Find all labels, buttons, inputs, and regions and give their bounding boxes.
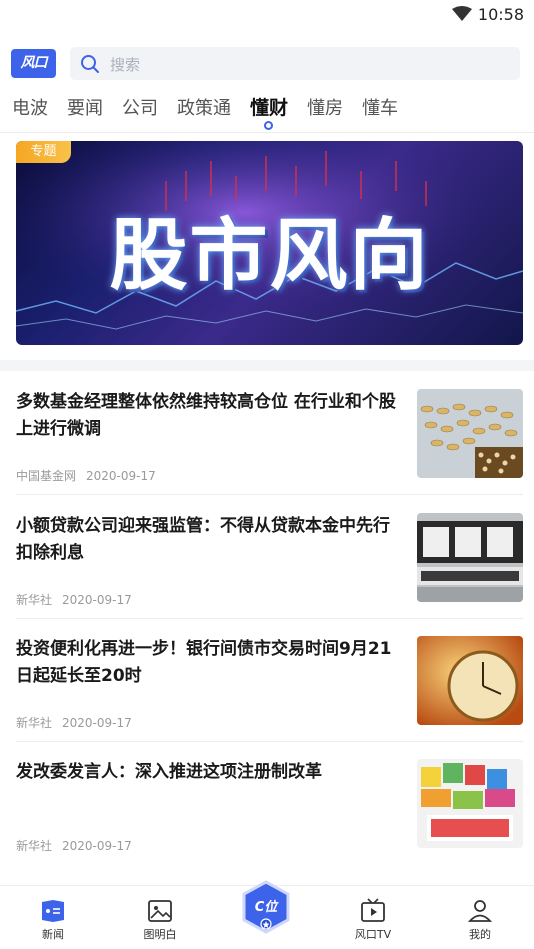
news-thumbnail-blocks xyxy=(417,759,523,848)
image-icon xyxy=(148,900,172,922)
tab-dongcai[interactable]: 懂财 xyxy=(250,93,288,120)
news-date: 2020-09-17 xyxy=(62,593,132,607)
divider xyxy=(16,618,523,619)
nav-label: 我的 xyxy=(469,928,491,941)
nav-label: 图明白 xyxy=(143,928,177,941)
tab-dongfang[interactable]: 懂房 xyxy=(307,94,343,120)
feature-banner[interactable]: 股市风向 专题 xyxy=(16,141,523,345)
nav-fengkou-tv[interactable]: 风口TV xyxy=(338,898,408,942)
news-item[interactable]: 小额贷款公司迎来强监管：不得从贷款本金中先行扣除利息 新华社 2020-09-17 xyxy=(16,513,523,636)
nav-tumingbai[interactable]: 图明白 xyxy=(125,898,195,942)
status-bar: 10:58 xyxy=(0,0,534,32)
user-icon xyxy=(467,900,493,922)
tab-yaowen[interactable]: 要闻 xyxy=(67,94,103,120)
search-placeholder: 搜索 xyxy=(110,56,141,74)
topic-badge: 专题 xyxy=(16,141,71,163)
news-thumbnail-sign xyxy=(417,513,523,602)
nav-label: 新闻 xyxy=(42,928,64,941)
news-title: 投资便利化再进一步！银行间债市交易时间9月21日起延长至20时 xyxy=(16,639,392,686)
divider xyxy=(16,741,523,742)
news-item[interactable]: 多数基金经理整体依然维持较高仓位 在行业和个股上进行微调 中国基金网 2020-0… xyxy=(16,389,523,512)
news-icon xyxy=(42,900,64,922)
news-item[interactable]: 投资便利化再进一步！银行间债市交易时间9月21日起延长至20时 新华社 2020-… xyxy=(16,636,523,759)
news-source: 中国基金网 xyxy=(16,469,77,483)
tv-icon xyxy=(361,898,385,922)
search-input[interactable]: 搜索 xyxy=(70,47,520,80)
news-thumbnail-clock xyxy=(417,636,523,725)
news-source: 新华社 xyxy=(16,839,53,853)
news-meta: 新华社 2020-09-17 xyxy=(16,714,132,731)
news-meta: 新华社 2020-09-17 xyxy=(16,591,132,608)
news-date: 2020-09-17 xyxy=(62,716,132,730)
active-tab-indicator xyxy=(264,121,273,130)
app-header: 风口 搜索 xyxy=(0,44,534,84)
section-gap xyxy=(0,360,534,371)
news-title: 多数基金经理整体依然维持较高仓位 在行业和个股上进行微调 xyxy=(16,392,396,439)
wifi-icon xyxy=(452,6,472,21)
banner-title: 股市风向 xyxy=(109,211,430,301)
c-position-button[interactable]: C位 xyxy=(240,880,292,936)
news-title: 小额贷款公司迎来强监管：不得从贷款本金中先行扣除利息 xyxy=(16,516,390,563)
news-meta: 新华社 2020-09-17 xyxy=(16,837,132,854)
news-thumbnail-coins xyxy=(417,389,523,478)
tab-zhengcetong[interactable]: 政策通 xyxy=(177,94,231,120)
nav-profile[interactable]: 我的 xyxy=(445,898,515,942)
app-logo[interactable]: 风口 xyxy=(11,49,56,78)
nav-label: 风口TV xyxy=(354,928,392,941)
news-source: 新华社 xyxy=(16,716,53,730)
search-icon xyxy=(81,55,99,73)
tab-dongche[interactable]: 懂车 xyxy=(362,94,398,120)
news-date: 2020-09-17 xyxy=(62,839,132,853)
news-item[interactable]: 发改委发言人：深入推进这项注册制改革 新华社 2020-09-17 xyxy=(16,759,523,882)
news-source: 新华社 xyxy=(16,593,53,607)
nav-news[interactable]: 新闻 xyxy=(18,898,88,942)
status-time: 10:58 xyxy=(477,5,524,24)
news-meta: 中国基金网 2020-09-17 xyxy=(16,467,156,484)
tab-dianbo[interactable]: 电波 xyxy=(12,94,48,120)
news-date: 2020-09-17 xyxy=(86,469,156,483)
news-title: 发改委发言人：深入推进这项注册制改革 xyxy=(16,762,322,782)
c-position-label: C位 xyxy=(254,900,278,915)
tab-gongsi[interactable]: 公司 xyxy=(122,94,158,120)
divider xyxy=(0,132,534,133)
divider xyxy=(16,494,523,495)
